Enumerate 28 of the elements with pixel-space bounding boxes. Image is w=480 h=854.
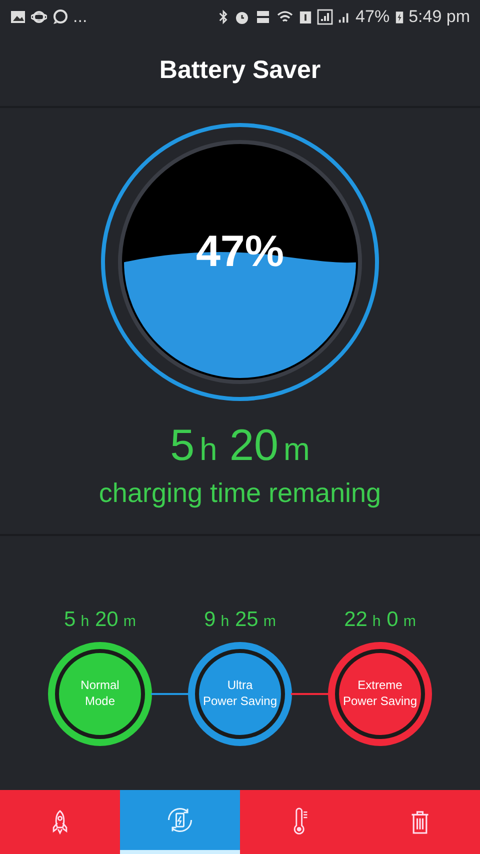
nav-tab[interactable]: [120, 790, 240, 854]
mode-time: 5 h 20 m: [64, 608, 136, 632]
chat-icon: [52, 9, 68, 25]
bluetooth-icon: [218, 9, 229, 25]
mode-time: 9 h 25 m: [204, 608, 276, 632]
connector-line: [291, 693, 329, 695]
battery-percent: 47%: [356, 7, 390, 27]
remaining-time: 5 h 20 m: [170, 422, 310, 470]
battery-recycle-icon: [165, 805, 195, 835]
battery-icon: [394, 9, 404, 25]
image-icon: [10, 9, 26, 25]
mode-button[interactable]: Ultra Power Saving: [188, 642, 292, 746]
nav-tab[interactable]: [360, 790, 480, 854]
planet-icon: [31, 9, 47, 25]
connector-line: [151, 693, 189, 695]
thermometer-icon: [291, 807, 309, 837]
signal-icon: [316, 9, 333, 25]
mode-button[interactable]: Normal Mode: [48, 642, 152, 746]
nav-tab[interactable]: [0, 790, 120, 854]
alarm-icon: [234, 9, 250, 25]
notification-overflow: ...: [73, 7, 88, 27]
mode-time: 22 h 0 m: [344, 608, 416, 632]
remaining-label: charging time remaning: [98, 478, 382, 510]
trash-icon: [409, 809, 431, 835]
mode-button[interactable]: Extreme Power Saving: [328, 642, 432, 746]
clock: 5:49 pm: [408, 7, 470, 27]
screen-title: Battery Saver: [159, 56, 321, 84]
sim-icon: [298, 9, 312, 25]
